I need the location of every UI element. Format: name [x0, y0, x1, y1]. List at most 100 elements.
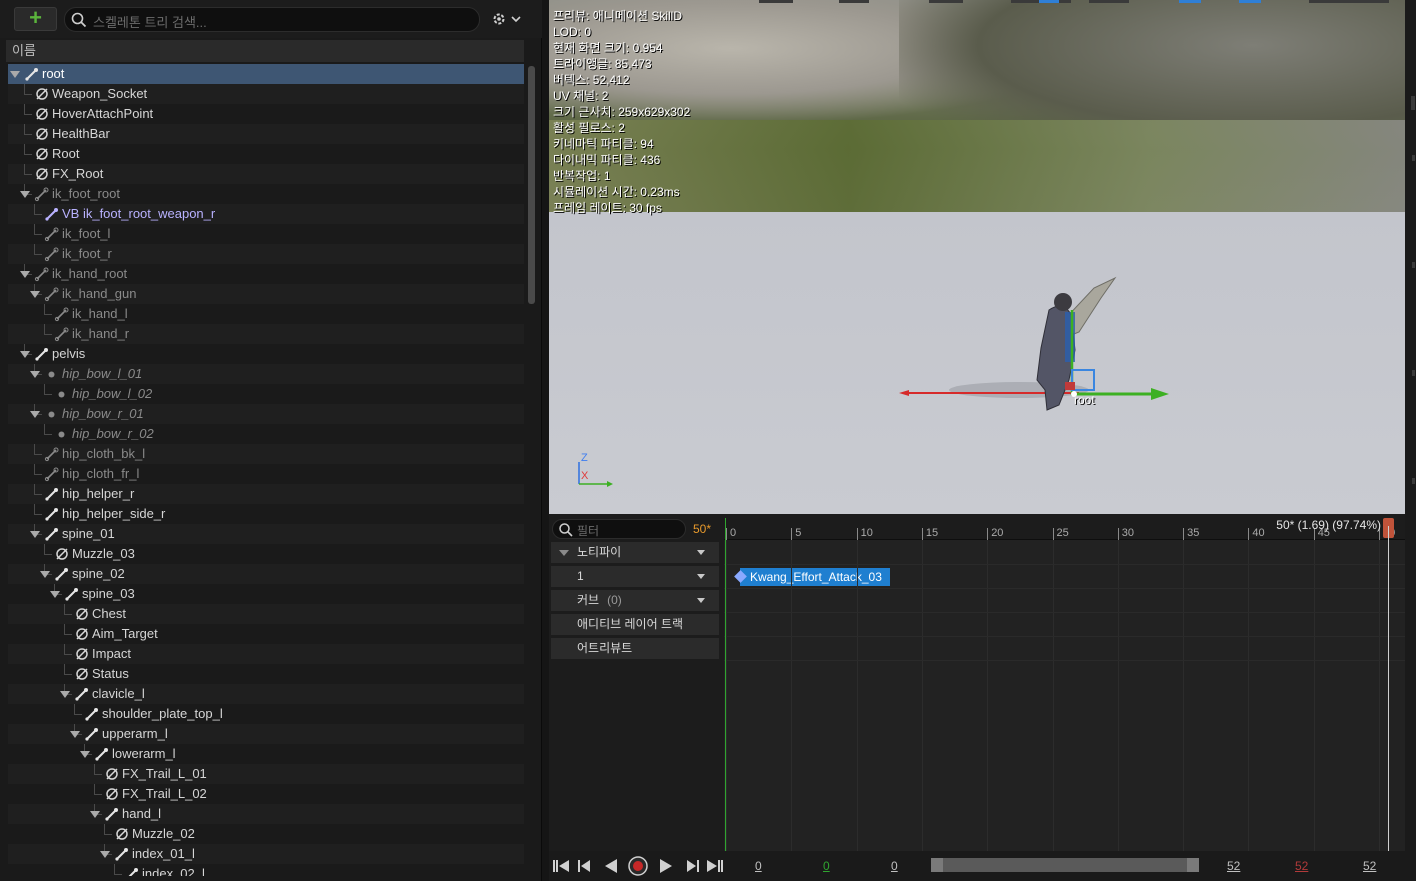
- start-frame[interactable]: 0: [755, 859, 762, 873]
- play-start-frame[interactable]: 0: [823, 859, 830, 873]
- sequencer-track[interactable]: 커브 (0): [551, 590, 719, 611]
- settings-dropdown[interactable]: [490, 9, 530, 29]
- tree-row[interactable]: lowerarm_l: [8, 744, 524, 764]
- tree-row[interactable]: index_02_l: [8, 864, 524, 876]
- step-forward-button[interactable]: [682, 856, 702, 876]
- timeline-area[interactable]: 05101520253035404550 50* (1.69) (97.74%)…: [724, 514, 1405, 851]
- play-reverse-button[interactable]: [601, 856, 621, 876]
- preview-viewport[interactable]: 프리뷰: 애니메이션 SkillD LOD: 0 현재 화면 크기: 0.954 트라…: [549, 0, 1405, 514]
- view-start-frame[interactable]: 0: [891, 859, 898, 873]
- tree-row[interactable]: root: [8, 64, 524, 84]
- expand-arrow-icon[interactable]: [30, 531, 40, 538]
- current-frame-value[interactable]: 50*: [693, 522, 711, 536]
- expand-arrow-icon[interactable]: [10, 71, 20, 78]
- add-button[interactable]: +: [14, 7, 57, 31]
- tree-row[interactable]: ik_hand_l: [8, 304, 524, 324]
- ruler-tick-label: 40: [1252, 527, 1265, 539]
- chevron-down-icon[interactable]: [697, 574, 705, 579]
- tree-row[interactable]: Muzzle_03: [8, 544, 524, 564]
- tree-row[interactable]: pelvis: [8, 344, 524, 364]
- tree-row[interactable]: FX_Trail_L_01: [8, 764, 524, 784]
- tree-row[interactable]: ik_hand_root: [8, 264, 524, 284]
- expand-arrow-icon[interactable]: [30, 371, 40, 378]
- skeleton-search-input[interactable]: 스켈레톤 트리 검색...: [64, 7, 480, 32]
- go-to-start-button[interactable]: [551, 856, 571, 876]
- tree-row[interactable]: VB ik_foot_root_weapon_r: [8, 204, 524, 224]
- tree-row[interactable]: hip_bow_l_02: [8, 384, 524, 404]
- tree-row[interactable]: hip_helper_r: [8, 484, 524, 504]
- expand-arrow-icon[interactable]: [30, 291, 40, 298]
- tree-row-label: Aim_Target: [92, 626, 158, 641]
- bone-outline-icon: [44, 287, 59, 302]
- play-button[interactable]: [656, 856, 676, 876]
- tree-row[interactable]: Muzzle_02: [8, 824, 524, 844]
- step-back-button[interactable]: [575, 856, 595, 876]
- tree-row[interactable]: spine_03: [8, 584, 524, 604]
- tree-row[interactable]: HoverAttachPoint: [8, 104, 524, 124]
- view-range-scrollbar[interactable]: [931, 858, 1199, 872]
- tree-row[interactable]: hip_helper_side_r: [8, 504, 524, 524]
- tree-row[interactable]: Aim_Target: [8, 624, 524, 644]
- tree-row[interactable]: hand_l: [8, 804, 524, 824]
- tree-row[interactable]: shoulder_plate_top_l: [8, 704, 524, 724]
- expand-arrow-icon[interactable]: [20, 191, 30, 198]
- sequencer-track[interactable]: 애디티브 레이어 트랙: [551, 614, 719, 635]
- tree-row[interactable]: hip_bow_r_01: [8, 404, 524, 424]
- sequencer-track[interactable]: 노티파이: [551, 542, 719, 563]
- expand-arrow-icon[interactable]: [60, 691, 70, 698]
- tree-row[interactable]: Impact: [8, 644, 524, 664]
- expand-arrow-icon[interactable]: [20, 351, 30, 358]
- tree-row-label: ik_foot_l: [62, 226, 111, 241]
- chevron-down-icon[interactable]: [697, 550, 705, 555]
- tree-row[interactable]: ik_hand_r: [8, 324, 524, 344]
- grid-line: [1313, 540, 1315, 851]
- tree-row[interactable]: ik_foot_l: [8, 224, 524, 244]
- tree-row[interactable]: hip_cloth_bk_l: [8, 444, 524, 464]
- collapse-arrow-icon[interactable]: [559, 550, 569, 556]
- tree-guide: [24, 114, 32, 115]
- tree-guide: [44, 314, 52, 315]
- tree-row[interactable]: ik_foot_root: [8, 184, 524, 204]
- tree-row[interactable]: Chest: [8, 604, 524, 624]
- tree-row[interactable]: ik_foot_r: [8, 244, 524, 264]
- track-count: (0): [607, 593, 622, 607]
- expand-arrow-icon[interactable]: [70, 731, 80, 738]
- track-filter-input[interactable]: 필터: [552, 519, 686, 539]
- tree-row[interactable]: ik_hand_gun: [8, 284, 524, 304]
- tree-row[interactable]: index_01_l: [8, 844, 524, 864]
- expand-arrow-icon[interactable]: [50, 591, 60, 598]
- tree-row[interactable]: Root: [8, 144, 524, 164]
- sequencer-track[interactable]: 1: [551, 566, 719, 587]
- play-end-frame[interactable]: 52: [1295, 859, 1308, 873]
- skip-end-icon: [707, 860, 723, 872]
- sequencer-track[interactable]: 어트리뷰트: [551, 638, 719, 659]
- tree-row[interactable]: hip_cloth_fr_l: [8, 464, 524, 484]
- chevron-down-icon[interactable]: [697, 598, 705, 603]
- tree-row[interactable]: FX_Trail_L_02: [8, 784, 524, 804]
- expand-arrow-icon[interactable]: [30, 411, 40, 418]
- tree-row[interactable]: upperarm_l: [8, 724, 524, 744]
- tree-row[interactable]: FX_Root: [8, 164, 524, 184]
- tree-row[interactable]: clavicle_l: [8, 684, 524, 704]
- tree-row[interactable]: hip_bow_l_01: [8, 364, 524, 384]
- end-frame[interactable]: 52: [1363, 859, 1376, 873]
- ruler-tick: [1248, 528, 1250, 540]
- tree-guide: [44, 544, 45, 554]
- tree-row[interactable]: Status: [8, 664, 524, 684]
- notify-event[interactable]: Kwang_Effort_Attack_03: [734, 568, 890, 586]
- tree-row[interactable]: spine_01: [8, 524, 524, 544]
- expand-arrow-icon[interactable]: [80, 751, 90, 758]
- tree-guide: [34, 514, 42, 515]
- tree-row[interactable]: HealthBar: [8, 124, 524, 144]
- tree-row[interactable]: Weapon_Socket: [8, 84, 524, 104]
- tree-row[interactable]: spine_02: [8, 564, 524, 584]
- tree-row[interactable]: hip_bow_r_02: [8, 424, 524, 444]
- expand-arrow-icon[interactable]: [100, 851, 110, 858]
- tree-scrollbar[interactable]: [528, 66, 535, 304]
- record-button[interactable]: [628, 856, 648, 876]
- expand-arrow-icon[interactable]: [20, 271, 30, 278]
- expand-arrow-icon[interactable]: [90, 811, 100, 818]
- go-to-end-button[interactable]: [705, 856, 725, 876]
- expand-arrow-icon[interactable]: [40, 571, 50, 578]
- view-end-frame[interactable]: 52: [1227, 859, 1240, 873]
